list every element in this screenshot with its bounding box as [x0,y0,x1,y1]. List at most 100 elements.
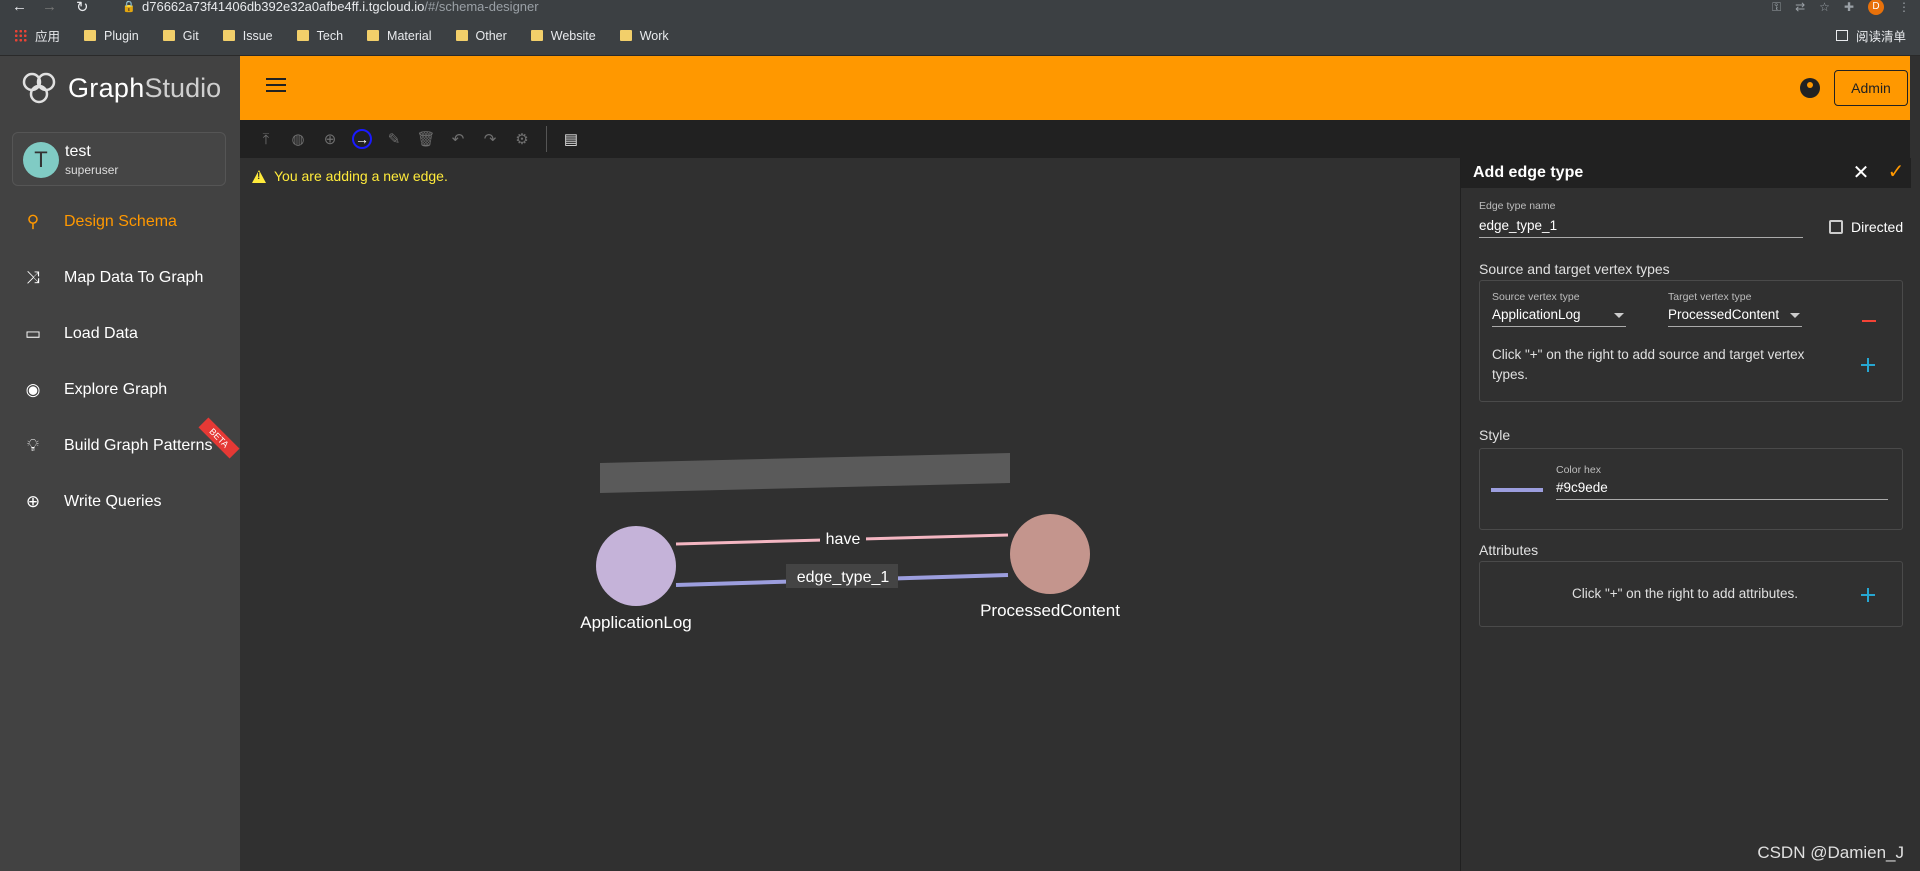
edge-label-have: have [826,531,861,548]
panel-title: Add edge type [1473,164,1584,181]
forward-icon[interactable]: → [42,0,57,15]
color-hex-input[interactable]: #9c9ede [1556,480,1888,500]
delete-icon[interactable]: 🗑︎ [410,125,442,153]
directed-checkbox[interactable] [1829,220,1843,234]
bookmark-material[interactable]: Material [367,28,432,43]
panel-header: Add edge type ✕ ✓ [1461,158,1911,188]
reading-list[interactable]: 阅读清单 [1835,26,1906,45]
source-target-title: Source and target vertex types [1479,261,1670,277]
back-icon[interactable]: ← [12,0,27,15]
style-title: Style [1479,427,1511,443]
add-vertex-icon[interactable]: ⊕ [314,125,346,153]
undo-icon[interactable]: ↶ [442,125,474,153]
avatar: T [23,142,59,178]
account-icon[interactable] [1800,78,1820,98]
bookmarks-bar: 应用 Plugin Git Issue Tech Material Other … [0,16,1920,56]
vertex-application-log[interactable] [596,526,676,606]
sidebar: T test superuser ⚲ Design Schema ⤨ Map Dat… [0,120,240,871]
sidebar-item-explore-graph[interactable]: ◉ Explore Graph [0,368,240,412]
add-pair-icon[interactable] [1860,357,1876,373]
user-name: test [65,143,91,160]
attributes-hint: Click "+" on the right to add attributes… [1571,586,1799,601]
folder-icon [296,30,309,41]
bookmark-label: Material [387,28,432,43]
bookmark-issue[interactable]: Issue [222,28,273,43]
attributes-title: Attributes [1479,542,1539,558]
apps-icon [14,29,27,42]
folder-icon [222,30,235,41]
compass-icon: ◉ [25,380,41,399]
key-icon[interactable]: ⚿ [1772,0,1781,15]
folder-icon [162,30,175,41]
folder-icon [367,30,380,41]
remove-pair-icon[interactable] [1862,320,1876,322]
translate-icon[interactable]: ⇄ [1795,0,1805,14]
add-attribute-icon[interactable] [1860,587,1876,603]
user-card[interactable]: T test superuser [12,132,226,186]
vertex-label-application-log: ApplicationLog [580,613,692,632]
add-edge-icon[interactable]: → [346,125,378,153]
star-icon[interactable]: ☆ [1819,0,1830,14]
sidebar-item-map-data[interactable]: ⤨ Map Data To Graph [0,256,240,300]
graph-view: have edge_type_1 ApplicationLog Processe… [580,453,1120,632]
directed-label: Directed [1851,219,1904,235]
edit-icon[interactable]: ✎ [378,125,410,153]
global-icon[interactable]: ◍ [282,125,314,153]
folder-icon [455,30,468,41]
bookmark-label: Tech [316,28,344,43]
logo-text-studio: Studio [144,72,222,103]
bookmark-label: Git [182,28,199,43]
sidebar-item-label: Map Data To Graph [64,269,204,286]
bookmark-website[interactable]: Website [530,29,596,43]
sidebar-item-design-schema[interactable]: ⚲ Design Schema [0,200,240,244]
schema-icon: ⚲ [26,212,40,231]
source-vertex-select[interactable]: ApplicationLog [1492,307,1626,327]
document-icon[interactable]: ▤ [555,125,587,153]
target-label: Target vertex type [1668,291,1752,303]
profile-avatar[interactable]: D [1868,0,1884,15]
address-field[interactable]: d76662a73f41406db392e32a0afbe4ff.i.tgclo… [142,0,539,14]
bookmark-label: Issue [242,28,273,43]
settings-icon[interactable]: ⚙ [506,125,538,153]
schema-toolbar: ⤒ ◍ ⊕ → ✎ 🗑︎ ↶ ↷ ⚙ ▤ [240,120,1910,158]
user-role: superuser [65,163,119,177]
sidebar-item-write-queries[interactable]: ⊕ Write Queries [0,480,240,524]
load-icon: ▭ [24,324,42,343]
edge-label-new: edge_type_1 [797,569,890,586]
bookmark-label: Work [639,28,669,43]
vertex-processed-content[interactable] [1010,514,1090,594]
bookmark-apps[interactable]: 应用 [14,26,60,45]
bookmark-other[interactable]: Other [455,28,507,43]
edge-name-input[interactable]: edge_type_1 [1479,218,1803,238]
close-icon[interactable]: ✕ [1851,163,1871,183]
bookmark-label: Plugin [104,28,139,43]
reading-list-icon [1835,30,1848,41]
source-vertex-value: ApplicationLog [1492,307,1581,322]
publish-icon[interactable]: ⤒ [250,125,282,153]
bookmark-label: Other [475,28,507,43]
attributes-box: Click "+" on the right to add attributes… [1479,561,1903,627]
sidebar-item-label: Build Graph Patterns [64,437,213,454]
lock-icon: 🔒 [122,1,136,13]
reload-icon[interactable]: ↻ [76,0,89,16]
extensions-icon[interactable]: ✚ [1844,0,1854,14]
sidebar-item-load-data[interactable]: ▭ Load Data [0,312,240,356]
bookmark-work[interactable]: Work [619,28,669,43]
confirm-icon[interactable]: ✓ [1885,161,1907,183]
shuffle-icon: ⤨ [26,268,40,287]
target-vertex-select[interactable]: ProcessedContent [1668,307,1802,327]
app-header: Admin [240,56,1910,120]
bookmark-git[interactable]: Git [162,28,199,43]
more-icon[interactable]: ⋮ [1898,0,1910,14]
bookmark-plugin[interactable]: Plugin [84,29,139,43]
chevron-down-icon [1790,313,1800,318]
chevron-down-icon [1614,313,1624,318]
sidebar-item-label: Load Data [64,325,138,342]
bookmark-tech[interactable]: Tech [296,28,344,43]
app-logo[interactable]: Graph Studio [0,56,240,120]
schema-canvas[interactable]: You are adding a new edge. have edge_typ… [240,158,1460,871]
admin-button[interactable]: Admin [1834,70,1908,106]
menu-icon[interactable] [266,78,286,94]
bulb-icon: 💡︎ [27,436,39,455]
redo-icon[interactable]: ↷ [474,125,506,153]
